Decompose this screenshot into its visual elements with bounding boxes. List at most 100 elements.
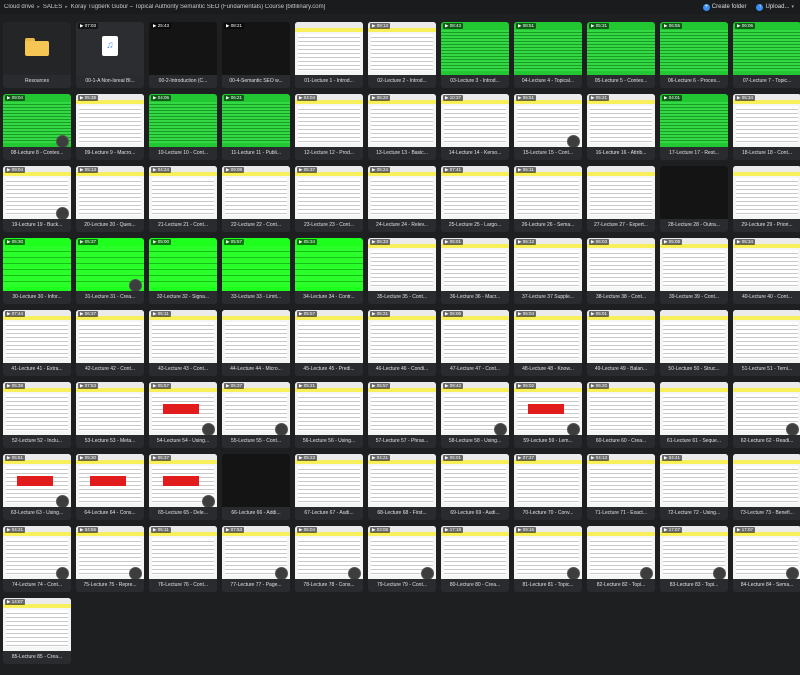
file-tile[interactable]: ▶ 07:53 53-Lecture 53 - Meta... bbox=[76, 382, 144, 448]
file-tile[interactable]: ▶ 06:21 11-Lecture 11 - Publi... bbox=[222, 94, 290, 160]
file-tile[interactable]: ▶ 04:06 10-Lecture 10 - Cont... bbox=[149, 94, 217, 160]
file-tile[interactable]: 66-Lecture 66 - Addi... bbox=[222, 454, 290, 520]
file-tile[interactable]: 50-Lecture 50 - Struc... bbox=[660, 310, 728, 376]
file-tile[interactable]: ▶ 07:53 77-Lecture 77 - Page... bbox=[222, 526, 290, 592]
file-tile[interactable]: ▶ 04:21 68-Lecture 68 - First... bbox=[368, 454, 436, 520]
file-tile[interactable]: 44-Lecture 44 - Micro... bbox=[222, 310, 290, 376]
file-tile[interactable]: ▶ 05:34 40-Lecture 40 - Cont... bbox=[733, 238, 800, 304]
file-tile[interactable]: ▶ 06:06 47-Lecture 47 - Cont... bbox=[441, 310, 509, 376]
file-tile[interactable]: ▶ 05:57 45-Lecture 45 - Predi... bbox=[295, 310, 363, 376]
file-tile[interactable]: ▶ 09:42 58-Lecture 58 - Using... bbox=[441, 382, 509, 448]
breadcrumb-item-sales[interactable]: SALES bbox=[43, 4, 62, 10]
file-tile[interactable]: ▶ 05:37 55-Lecture 55 - Cont... bbox=[222, 382, 290, 448]
file-tile[interactable]: ▶ 17:07 83-Lecture 83 - Topi... bbox=[660, 526, 728, 592]
file-tile[interactable]: ▶ 05:37 31-Lecture 31 - Crea... bbox=[76, 238, 144, 304]
file-tile[interactable]: ▶ 17:19 80-Lecture 80 - Crea... bbox=[441, 526, 509, 592]
file-tile[interactable]: 27-Lecture 27 - Expert... bbox=[587, 166, 655, 232]
file-tile[interactable]: ▶ 06:37 42-Lecture 42 - Cont... bbox=[76, 310, 144, 376]
video-duration-badge: ▶ 08:51 bbox=[516, 23, 536, 29]
file-tile[interactable]: ▶ 05:33 35-Lecture 35 - Cont... bbox=[368, 238, 436, 304]
file-tile[interactable]: ▶ 06:20 60-Lecture 60 - Crea... bbox=[587, 382, 655, 448]
file-tile[interactable]: ▶ 08:51 04-Lecture 4 - Topical... bbox=[514, 22, 582, 88]
file-tile[interactable]: ▶ 05:37 23-Lecture 23 - Cont... bbox=[295, 166, 363, 232]
file-tile[interactable]: ▶ 05:38 09-Lecture 9 - Macro... bbox=[76, 94, 144, 160]
file-tile[interactable]: ▶ 06:55 06-Lecture 6 - Proces... bbox=[660, 22, 728, 88]
file-tile[interactable]: ▶ 05:08 39-Lecture 39 - Cont... bbox=[660, 238, 728, 304]
breadcrumb-item-current-folder[interactable]: Koray Tugberk Gubur – Topical Authority … bbox=[71, 4, 326, 10]
file-tile[interactable]: ▶ 03:08 79-Lecture 79 - Cont... bbox=[368, 526, 436, 592]
file-tile[interactable]: ▶ 08:43 03-Lecture 3 - Introd... bbox=[441, 22, 509, 88]
file-tile[interactable]: ▶ 05:31 05-Lecture 5 - Contex... bbox=[587, 22, 655, 88]
file-name-label: 45-Lecture 45 - Predi... bbox=[295, 363, 363, 376]
file-tile[interactable]: ▶ 04:21 74-Lecture 74 - Cont... bbox=[3, 526, 71, 592]
file-tile[interactable]: 01-Lecture 1 - Introd... bbox=[295, 22, 363, 88]
file-tile[interactable]: ▶ 05:13 20-Lecture 20 - Ques... bbox=[76, 166, 144, 232]
file-tile[interactable]: ▶ 05:23 67-Lecture 67 - Audi... bbox=[295, 454, 363, 520]
file-tile[interactable]: 51-Lecture 51 - Terni... bbox=[733, 310, 800, 376]
file-tile[interactable]: ▶ 05:21 56-Lecture 56 - Using... bbox=[295, 382, 363, 448]
create-folder-button[interactable]: + Create folder bbox=[702, 3, 746, 11]
file-tile[interactable]: ▶ 05:01 49-Lecture 49 - Balan... bbox=[587, 310, 655, 376]
file-tile[interactable]: ▶ 14:07 85-Lecture 85 - Crea... bbox=[3, 598, 71, 664]
file-name-label: 67-Lecture 67 - Audi... bbox=[295, 507, 363, 520]
file-tile[interactable]: 61-Lecture 61 - Seque... bbox=[660, 382, 728, 448]
video-duration-badge: ▶ 06:20 bbox=[589, 383, 609, 389]
file-tile[interactable]: ▶ 25:43 00-2-Introduction (C... bbox=[149, 22, 217, 88]
file-tile[interactable]: ▶ 05:21 16-Lecture 16 - Attrib... bbox=[587, 94, 655, 160]
file-tile[interactable]: 73-Lecture 73 - Benefi... bbox=[733, 454, 800, 520]
file-tile[interactable]: ▶ 04:04 12-Lecture 12 - Prod... bbox=[295, 94, 363, 160]
file-tile[interactable]: ▶ 09:13 02-Lecture 2 - Introd... bbox=[368, 22, 436, 88]
file-tile[interactable]: ▶ 07:27 70-Lecture 70 - Conv... bbox=[514, 454, 582, 520]
file-tile[interactable]: ▶ 06:20 13-Lecture 13 - Basic... bbox=[368, 94, 436, 160]
video-thumbnail bbox=[733, 166, 800, 219]
file-tile[interactable]: ▶ 05:24 24-Lecture 24 - Relev... bbox=[368, 166, 436, 232]
file-tile[interactable]: ▶ 04:55 75-Lecture 75 - Repre... bbox=[76, 526, 144, 592]
file-tile[interactable]: ▶ 09:04 19-Lecture 19 - Buck... bbox=[3, 166, 71, 232]
folder-tile[interactable]: Resources bbox=[3, 22, 71, 88]
file-tile[interactable]: ▶ 05:01 69-Lecture 69 - Audi... bbox=[441, 454, 509, 520]
file-tile[interactable]: ▶ 10:37 14-Lecture 14 - Kerso... bbox=[441, 94, 509, 160]
file-tile[interactable]: ▶ 05:01 36-Lecture 36 - Macr... bbox=[441, 238, 509, 304]
file-tile[interactable]: ▶ 05:11 76-Lecture 76 - Cont... bbox=[149, 526, 217, 592]
file-tile[interactable]: ▶ 06:51 15-Lecture 15 - Cont... bbox=[514, 94, 582, 160]
file-tile[interactable]: ▶ 05:04 78-Lecture 78 - Cons... bbox=[295, 526, 363, 592]
file-tile[interactable]: ▶ 06:06 07-Lecture 7 - Topic... bbox=[733, 22, 800, 88]
file-tile[interactable]: ▶ 09:08 22-Lecture 22 - Cont... bbox=[222, 166, 290, 232]
file-tile[interactable]: 82-Lecture 82 - Topi... bbox=[587, 526, 655, 592]
file-tile[interactable]: ▶ 05:37 65-Lecture 65 - Dele... bbox=[149, 454, 217, 520]
file-tile[interactable]: ▶ 06:11 26-Lecture 26 - Sema... bbox=[514, 166, 582, 232]
file-tile[interactable]: ▶ 04:24 21-Lecture 21 - Cont... bbox=[149, 166, 217, 232]
file-tile[interactable]: ▶ 05:57 57-Lecture 57 - Phras... bbox=[368, 382, 436, 448]
file-tile[interactable]: ▶ 05:51 63-Lecture 63 - Using... bbox=[3, 454, 71, 520]
file-tile[interactable]: 62-Lecture 62 - Readi... bbox=[733, 382, 800, 448]
file-tile[interactable]: ▶ 05:00 32-Lecture 32 - Signa... bbox=[149, 238, 217, 304]
file-tile[interactable]: ▶ 17:07 84-Lecture 84 - Sema... bbox=[733, 526, 800, 592]
file-tile[interactable]: ▶ 05:38 52-Lecture 52 - Inclu... bbox=[3, 382, 71, 448]
file-tile[interactable]: 28-Lecture 28 - Outra... bbox=[660, 166, 728, 232]
file-tile[interactable]: ♫ ▶ 07:03 00-1-A Non-Isreal Bl... bbox=[76, 22, 144, 88]
breadcrumb-item-cloud-drive[interactable]: Cloud drive bbox=[4, 4, 34, 10]
file-tile[interactable]: ▶ 05:30 64-Lecture 64 - Cons... bbox=[76, 454, 144, 520]
file-tile[interactable]: ▶ 07:41 25-Lecture 25 - Largo... bbox=[441, 166, 509, 232]
file-tile[interactable]: 29-Lecture 29 - Priori... bbox=[733, 166, 800, 232]
file-tile[interactable]: ▶ 05:57 33-Lecture 33 - Limit... bbox=[222, 238, 290, 304]
file-tile[interactable]: ▶ 06:02 59-Lecture 59 - Lem... bbox=[514, 382, 582, 448]
file-tile[interactable]: ▶ 07:44 41-Lecture 41 - Extra... bbox=[3, 310, 71, 376]
file-tile[interactable]: ▶ 09:16 81-Lecture 81 - Topic... bbox=[514, 526, 582, 592]
file-tile[interactable]: ▶ 09:04 08-Lecture 8 - Contex... bbox=[3, 94, 71, 160]
file-tile[interactable]: ▶ 05:11 43-Lecture 43 - Cont... bbox=[149, 310, 217, 376]
file-tile[interactable]: ▶ 05:34 18-Lecture 18 - Cont... bbox=[733, 94, 800, 160]
upload-button[interactable]: ↑ Upload... ▾ bbox=[756, 3, 794, 11]
file-tile[interactable]: ▶ 08:21 00-4-Semantic SEO w... bbox=[222, 22, 290, 88]
file-tile[interactable]: ▶ 06:04 48-Lecture 48 - Know... bbox=[514, 310, 582, 376]
file-tile[interactable]: ▶ 06:12 37-Lecture 37 Supple... bbox=[514, 238, 582, 304]
file-name-label: 17-Lecture 17 - Rest... bbox=[660, 147, 728, 160]
file-tile[interactable]: ▶ 06:03 38-Lecture 38 - Cont... bbox=[587, 238, 655, 304]
file-tile[interactable]: ▶ 04:01 17-Lecture 17 - Rest... bbox=[660, 94, 728, 160]
file-tile[interactable]: ▶ 05:34 34-Lecture 34 - Contr... bbox=[295, 238, 363, 304]
file-tile[interactable]: ▶ 05:21 46-Lecture 46 - Condi... bbox=[368, 310, 436, 376]
file-tile[interactable]: ▶ 05:57 54-Lecture 54 - Using... bbox=[149, 382, 217, 448]
file-tile[interactable]: ▶ 04:41 72-Lecture 72 - Using... bbox=[660, 454, 728, 520]
file-tile[interactable]: ▶ 05:30 30-Lecture 30 - Infor... bbox=[3, 238, 71, 304]
file-tile[interactable]: ▶ 04:13 71-Lecture 71 - Exact... bbox=[587, 454, 655, 520]
